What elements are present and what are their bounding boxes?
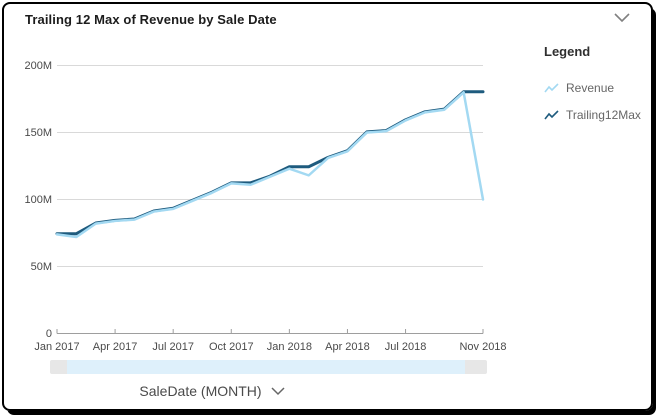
line-chart[interactable]: 0 50M 100M 150M 200M Jan 2017 Apr 2017 Jul 2017… [0,0,520,358]
x-tick-label: Apr 2018 [325,341,370,353]
legend-item-revenue[interactable]: Revenue [544,81,652,95]
saledate-field-control[interactable]: SaleDate (MONTH) [0,381,424,401]
x-tick-label: Jan 2018 [267,341,312,353]
legend-line-icon [544,83,559,94]
collapse-chevron-icon[interactable] [611,9,633,27]
slider-track[interactable] [67,360,465,374]
legend-title: Legend [544,44,652,59]
x-tick-label: Oct 2017 [209,341,254,353]
x-tick-label: Nov 2018 [459,341,506,353]
x-tick-label: Jan 2017 [34,341,79,353]
x-axis-range-slider[interactable] [50,360,487,374]
legend-line-icon [544,110,559,121]
trailing12max-line [57,92,483,234]
y-tick-label: 50M [31,261,52,273]
y-tick-label: 100M [24,194,52,206]
chevron-down-icon [271,387,285,396]
chevron-down-icon [614,13,630,23]
y-tick-label: 200M [24,60,52,72]
legend: Legend Revenue Trailing12Max [544,44,652,135]
saledate-field-label: SaleDate (MONTH) [139,383,261,399]
y-tick-label: 150M [24,127,52,139]
x-tick-label: Apr 2017 [93,341,138,353]
legend-items: Revenue Trailing12Max [544,81,652,122]
legend-item-label: Revenue [566,81,614,95]
slider-right-handle[interactable] [465,360,487,374]
x-tick-label: Jul 2018 [385,341,427,353]
legend-item-label: Trailing12Max [566,108,641,122]
x-tick-label: Jul 2017 [152,341,194,353]
revenue-line [57,92,483,237]
y-tick-label: 0 [46,328,52,340]
slider-left-handle[interactable] [50,360,67,374]
legend-item-trailing12max[interactable]: Trailing12Max [544,108,652,122]
